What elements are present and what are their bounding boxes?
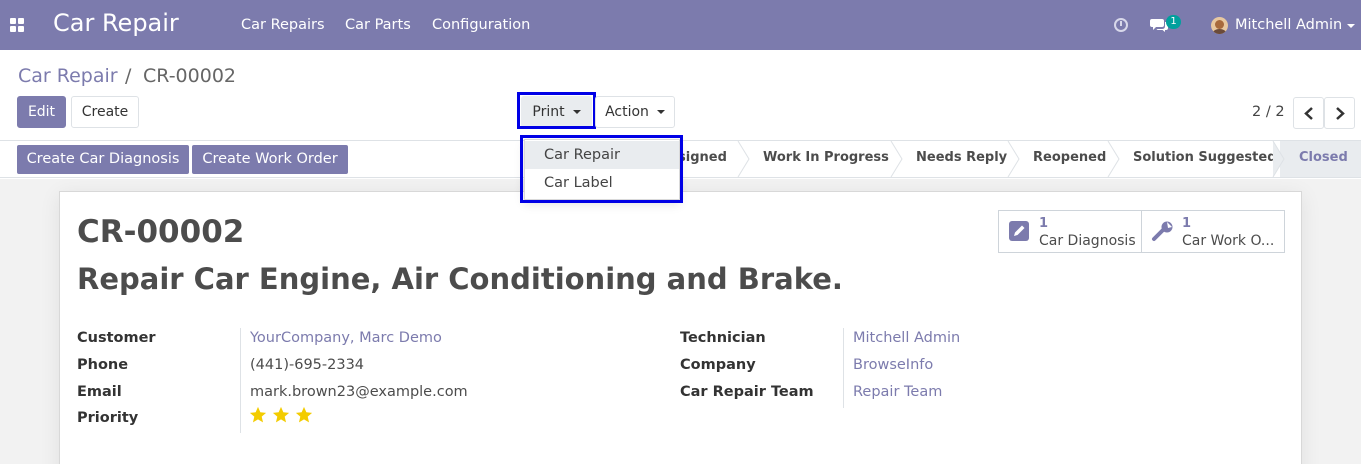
technician-label: Technician xyxy=(680,330,766,346)
apps-menu-icon[interactable] xyxy=(10,18,24,32)
stage-needs-reply[interactable]: Needs Reply xyxy=(916,150,1007,165)
user-avatar[interactable] xyxy=(1211,17,1228,34)
stage-arrow-separator xyxy=(1007,141,1020,177)
pager-value[interactable]: 2 / 2 xyxy=(1252,104,1285,120)
phone-value[interactable]: (441)-695-2334 xyxy=(250,357,364,373)
technician-value[interactable]: Mitchell Admin xyxy=(853,330,960,346)
phone-label: Phone xyxy=(77,357,129,373)
print-highlight xyxy=(517,92,596,129)
car-diagnosis-label: Car Diagnosis xyxy=(1039,233,1136,249)
car-repair-team-value[interactable]: Repair Team xyxy=(853,384,942,400)
action-label: Action xyxy=(605,104,649,120)
user-menu-caret-icon[interactable] xyxy=(1347,24,1355,28)
breadcrumb-separator: / xyxy=(125,65,132,87)
customer-value[interactable]: YourCompany, Marc Demo xyxy=(250,330,442,346)
record-subject: Repair Car Engine, Air Conditioning and … xyxy=(77,262,843,296)
stage-closed[interactable]: Closed xyxy=(1299,150,1348,165)
chevron-right-icon xyxy=(1336,107,1345,120)
stage-assigned[interactable]: signed xyxy=(678,150,727,165)
stage-arrow-separator xyxy=(890,141,903,177)
edit-icon xyxy=(1009,221,1029,241)
car-diagnosis-count: 1 xyxy=(1039,216,1049,231)
priority-star-icon[interactable] xyxy=(295,406,313,424)
pager-next-button[interactable] xyxy=(1324,97,1355,129)
chevron-left-icon xyxy=(1304,107,1313,120)
field-divider xyxy=(240,328,241,433)
company-value[interactable]: BrowseInfo xyxy=(853,357,933,373)
top-navbar: Car Repair Car Repairs Car Parts Configu… xyxy=(0,0,1361,50)
email-value[interactable]: mark.brown23@example.com xyxy=(250,384,468,400)
user-menu[interactable]: Mitchell Admin xyxy=(1235,17,1342,33)
edit-button[interactable]: Edit xyxy=(17,96,66,128)
priority-star-icon[interactable] xyxy=(249,406,267,424)
priority-star-icon[interactable] xyxy=(272,406,290,424)
activity-clock-icon[interactable] xyxy=(1114,18,1128,32)
messages-count-badge: 1 xyxy=(1166,15,1181,29)
print-menu-highlight xyxy=(520,135,683,203)
stage-solution-suggested[interactable]: Solution Suggested xyxy=(1133,150,1277,165)
car-work-order-label: Car Work O... xyxy=(1182,233,1275,249)
stage-arrow-separator xyxy=(737,141,750,177)
action-caret-icon xyxy=(656,110,665,114)
breadcrumb-current: CR-00002 xyxy=(143,65,236,87)
action-dropdown-button[interactable]: Action xyxy=(595,96,675,128)
record-reference: CR-00002 xyxy=(77,214,245,250)
menu-car-parts[interactable]: Car Parts xyxy=(345,17,411,33)
field-divider xyxy=(843,328,844,408)
company-label: Company xyxy=(680,357,756,373)
stage-arrow-separator xyxy=(1107,141,1120,177)
car-work-order-count: 1 xyxy=(1182,216,1192,231)
wrench-icon xyxy=(1152,221,1173,241)
stage-reopened[interactable]: Reopened xyxy=(1033,150,1106,165)
app-title[interactable]: Car Repair xyxy=(53,9,179,37)
customer-label: Customer xyxy=(77,330,156,346)
menu-configuration[interactable]: Configuration xyxy=(432,17,530,33)
create-car-diagnosis-button[interactable]: Create Car Diagnosis xyxy=(17,145,189,174)
email-label: Email xyxy=(77,384,122,400)
menu-car-repairs[interactable]: Car Repairs xyxy=(241,17,325,33)
smart-button-car-diagnosis[interactable]: 1 Car Diagnosis xyxy=(998,210,1142,253)
pager-previous-button[interactable] xyxy=(1293,97,1324,129)
priority-label: Priority xyxy=(77,410,139,426)
smart-button-car-work-order[interactable]: 1 Car Work O... xyxy=(1141,210,1285,253)
create-button[interactable]: Create xyxy=(71,96,139,128)
create-work-order-button[interactable]: Create Work Order xyxy=(192,145,348,174)
stage-work-in-progress[interactable]: Work In Progress xyxy=(763,150,889,165)
breadcrumb-root[interactable]: Car Repair xyxy=(18,65,118,87)
car-repair-team-label: Car Repair Team xyxy=(680,384,814,400)
stage-arrow-separator xyxy=(1272,141,1285,177)
